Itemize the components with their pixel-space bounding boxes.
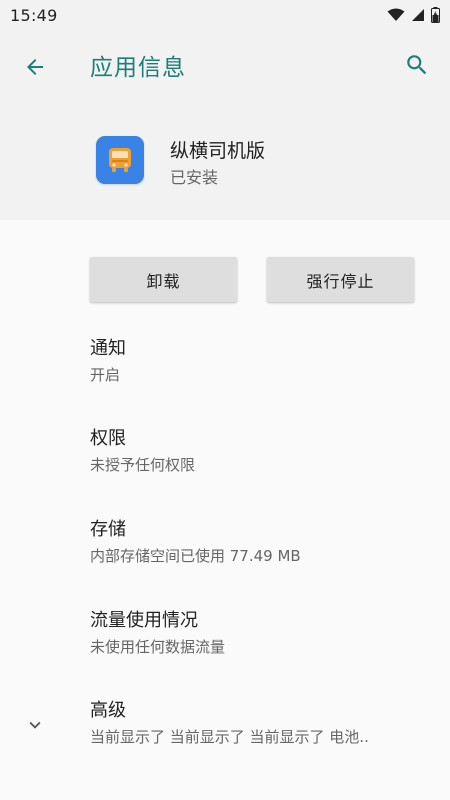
search-button[interactable] bbox=[402, 50, 432, 80]
setting-storage[interactable]: 存储 内部存储空间已使用 77.49 MB bbox=[90, 518, 420, 567]
setting-title: 存储 bbox=[90, 519, 126, 540]
force-stop-button[interactable]: 强行停止 bbox=[267, 257, 414, 302]
setting-title: 高级 bbox=[90, 700, 126, 721]
setting-title: 权限 bbox=[90, 428, 126, 449]
setting-title: 流量使用情况 bbox=[90, 610, 198, 631]
status-icons bbox=[387, 7, 440, 23]
setting-advanced[interactable]: 高级 当前显示了 当前显示了 当前显示了 电池.. bbox=[90, 699, 420, 748]
battery-icon bbox=[431, 7, 440, 23]
app-install-status: 已安装 bbox=[170, 168, 219, 187]
setting-data-usage[interactable]: 流量使用情况 未使用任何数据流量 bbox=[90, 609, 420, 658]
app-icon bbox=[96, 136, 144, 184]
bus-icon bbox=[109, 148, 131, 172]
wifi-icon bbox=[387, 8, 405, 21]
back-button[interactable] bbox=[20, 52, 50, 82]
page-title: 应用信息 bbox=[90, 55, 186, 81]
chevron-down-icon bbox=[29, 721, 41, 729]
expand-advanced-button[interactable] bbox=[22, 712, 48, 738]
setting-subtitle: 未授予任何权限 bbox=[90, 456, 196, 474]
setting-subtitle: 未使用任何数据流量 bbox=[90, 638, 226, 656]
setting-title: 通知 bbox=[90, 338, 126, 359]
back-arrow-icon bbox=[27, 59, 43, 75]
app-name: 纵横司机版 bbox=[170, 140, 266, 162]
setting-permissions[interactable]: 权限 未授予任何权限 bbox=[90, 427, 420, 476]
setting-subtitle: 内部存储空间已使用 77.49 MB bbox=[90, 547, 301, 565]
app-bar: 应用信息 bbox=[0, 30, 450, 102]
signal-icon bbox=[412, 9, 424, 21]
status-time: 15:49 bbox=[10, 5, 58, 25]
uninstall-button[interactable]: 卸载 bbox=[90, 257, 237, 302]
status-bar: 15:49 bbox=[0, 0, 450, 30]
setting-subtitle: 当前显示了 当前显示了 当前显示了 电池.. bbox=[90, 728, 369, 746]
setting-notifications[interactable]: 通知 开启 bbox=[90, 337, 420, 386]
search-icon bbox=[407, 55, 427, 75]
app-header: 纵横司机版 已安装 bbox=[0, 102, 450, 220]
setting-subtitle: 开启 bbox=[90, 366, 121, 384]
